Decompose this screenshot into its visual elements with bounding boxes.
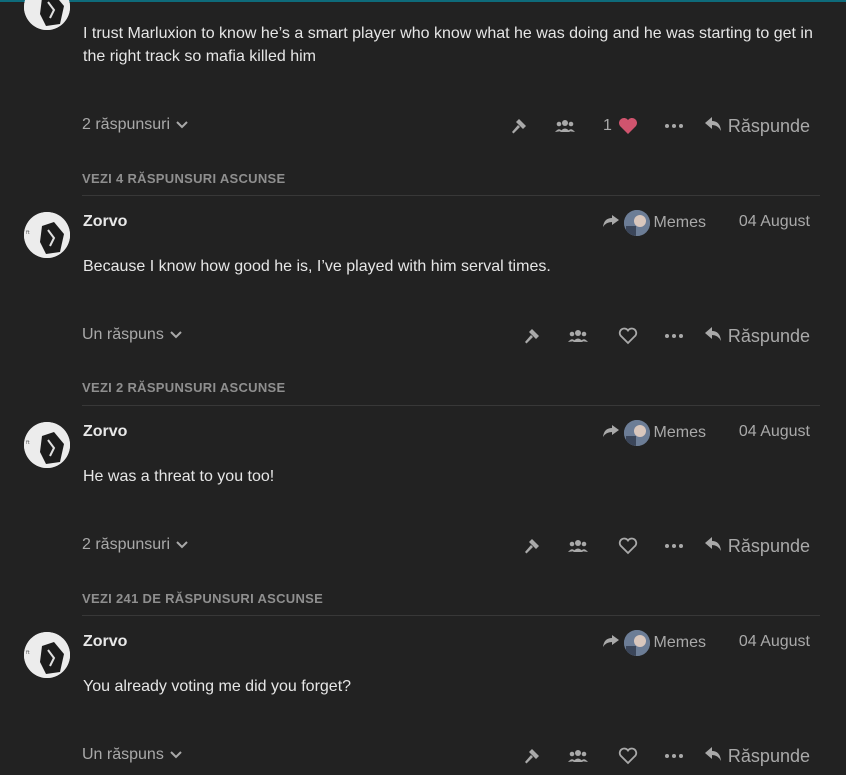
reply-arrow-icon: [704, 536, 722, 557]
reply-arrow-icon: [704, 326, 722, 347]
avatar[interactable]: [24, 0, 70, 30]
reply-to-avatar: [623, 420, 650, 446]
more-icon[interactable]: [662, 111, 686, 141]
svg-text:ft: ft: [26, 650, 30, 656]
reply-to-link[interactable]: Memes: [602, 210, 706, 236]
top-accent-line: [0, 0, 846, 2]
svg-text:ft: ft: [26, 440, 30, 446]
post-date[interactable]: 04 August: [739, 423, 810, 441]
share-arrow-icon: [602, 634, 620, 653]
group-icon[interactable]: [553, 111, 577, 141]
reply-to-name: Memes: [653, 424, 706, 441]
reply-arrow-icon: [704, 116, 722, 137]
like-button[interactable]: [612, 327, 638, 345]
replies-toggle[interactable]: Un răspuns: [82, 746, 182, 764]
reply-label: Răspunde: [727, 115, 810, 136]
reply-label: Răspunde: [727, 745, 810, 766]
hammer-icon[interactable]: [520, 531, 544, 561]
share-arrow-icon: [602, 424, 620, 443]
reply-button[interactable]: Răspunde: [704, 746, 810, 767]
reply-label: Răspunde: [727, 535, 810, 556]
reply-button[interactable]: Răspunde: [704, 536, 810, 557]
post-date[interactable]: 04 August: [739, 213, 810, 231]
reply-label: Răspunde: [727, 325, 810, 346]
replies-count-label: 2 răspunsuri: [82, 116, 171, 133]
replies-count-label: Un răspuns: [82, 326, 164, 343]
chevron-down-icon: [176, 116, 188, 134]
hammer-icon[interactable]: [507, 111, 531, 141]
more-icon[interactable]: [662, 531, 686, 561]
reply-arrow-icon: [704, 746, 722, 767]
reply-to-link[interactable]: Memes: [602, 630, 706, 656]
chevron-down-icon: [170, 326, 182, 344]
group-icon[interactable]: [566, 321, 590, 351]
post-body: I trust Marluxion to know he’s a smart p…: [83, 25, 813, 65]
heart-icon: [618, 327, 638, 345]
hammer-icon[interactable]: [520, 741, 544, 771]
like-button[interactable]: [612, 537, 638, 555]
replies-count-label: Un răspuns: [82, 746, 164, 763]
chevron-down-icon: [170, 746, 182, 764]
reply-button[interactable]: Răspunde: [704, 326, 810, 347]
reply-to-name: Memes: [653, 214, 706, 231]
share-arrow-icon: [602, 214, 620, 233]
avatar[interactable]: ft: [24, 212, 70, 258]
reply-to-avatar: [623, 630, 650, 656]
show-hidden-replies-link[interactable]: VEZI 241 DE RĂSPUNSURI ASCUNSE: [82, 591, 323, 606]
post-date[interactable]: 04 August: [739, 633, 810, 651]
group-icon[interactable]: [566, 531, 590, 561]
avatar[interactable]: ft: [24, 422, 70, 468]
heart-icon: [618, 117, 638, 135]
reply-button[interactable]: Răspunde: [704, 116, 810, 137]
like-button[interactable]: 1: [603, 117, 638, 135]
like-count: 1: [603, 117, 612, 134]
username[interactable]: Zorvo: [83, 633, 127, 651]
show-hidden-replies-link[interactable]: VEZI 4 RĂSPUNSURI ASCUNSE: [82, 171, 286, 186]
reply-to-link[interactable]: Memes: [602, 420, 706, 446]
divider: [82, 195, 820, 196]
avatar[interactable]: ft: [24, 632, 70, 678]
replies-count-label: 2 răspunsuri: [82, 536, 171, 553]
more-icon[interactable]: [662, 321, 686, 351]
replies-toggle[interactable]: 2 răspunsuri: [82, 116, 188, 134]
svg-text:ft: ft: [26, 230, 30, 236]
heart-icon: [618, 537, 638, 555]
post-body: Because I know how good he is, I’ve play…: [83, 258, 551, 275]
replies-toggle[interactable]: Un răspuns: [82, 326, 182, 344]
more-icon[interactable]: [662, 741, 686, 771]
divider: [82, 405, 820, 406]
like-button[interactable]: [612, 747, 638, 765]
username[interactable]: Zorvo: [83, 423, 127, 441]
replies-toggle[interactable]: 2 răspunsuri: [82, 536, 188, 554]
reply-to-name: Memes: [653, 634, 706, 651]
hammer-icon[interactable]: [520, 321, 544, 351]
show-hidden-replies-link[interactable]: VEZI 2 RĂSPUNSURI ASCUNSE: [82, 380, 286, 395]
username[interactable]: Zorvo: [83, 213, 127, 231]
chevron-down-icon: [176, 536, 188, 554]
post-body: He was a threat to you too!: [83, 468, 275, 485]
divider: [82, 615, 820, 616]
group-icon[interactable]: [566, 741, 590, 771]
post-body: You already voting me did you forget?: [83, 678, 352, 695]
reply-to-avatar: [623, 210, 650, 236]
heart-icon: [618, 747, 638, 765]
